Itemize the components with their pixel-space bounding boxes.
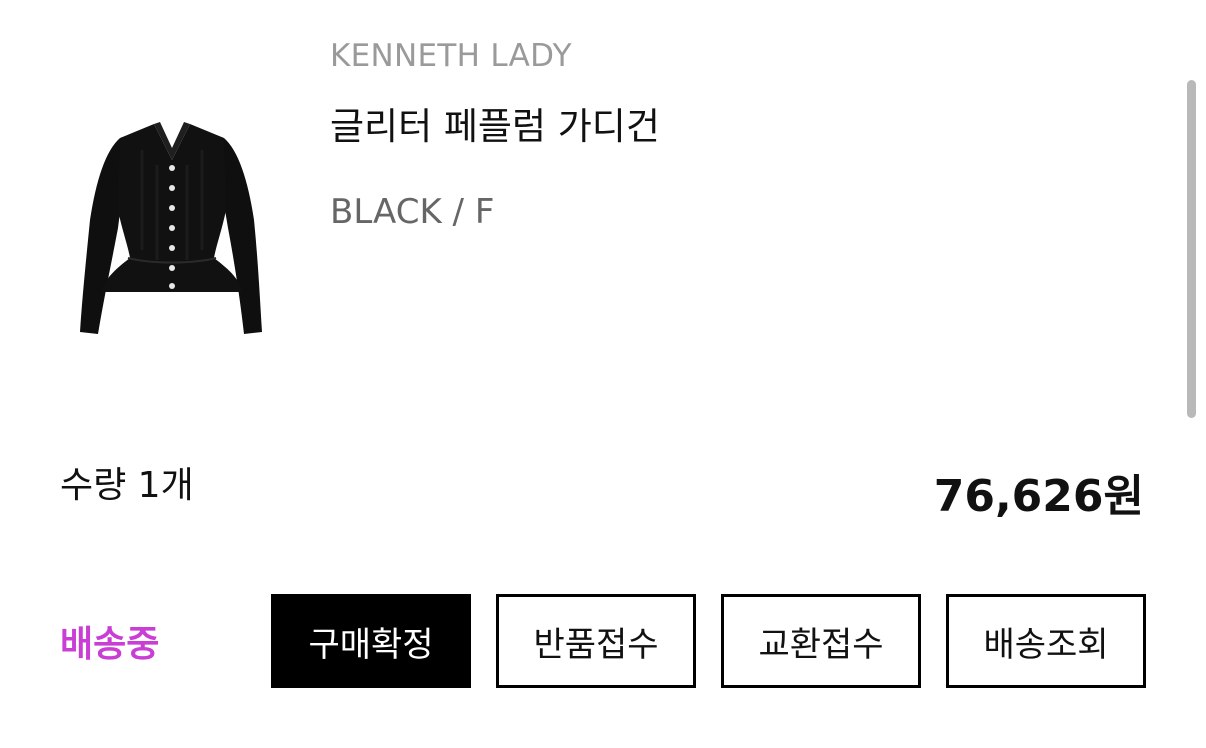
brand-name: KENNETH LADY — [330, 38, 572, 74]
delivery-tracking-button[interactable]: 배송조회 — [946, 594, 1146, 688]
return-request-button[interactable]: 반품접수 — [496, 594, 696, 688]
product-option: BLACK / F — [330, 192, 495, 232]
black-cardigan-image — [80, 122, 262, 334]
delivery-status: 배송중 — [60, 624, 160, 665]
exchange-request-button[interactable]: 교환접수 — [721, 594, 921, 688]
price-label: 76,626원 — [933, 471, 1144, 522]
confirm-purchase-button[interactable]: 구매확정 — [271, 594, 471, 688]
quantity-label: 수량 1개 — [60, 465, 194, 506]
scrollbar[interactable] — [1187, 80, 1196, 418]
product-name[interactable]: 글리터 페플럼 가디건 — [330, 96, 660, 150]
product-image[interactable] — [62, 110, 282, 350]
